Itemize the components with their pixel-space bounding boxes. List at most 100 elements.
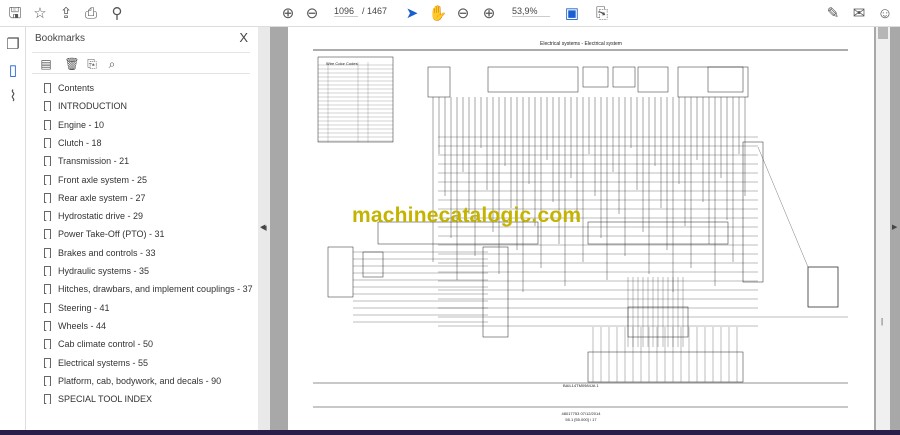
bookmark-label: Engine - 10 — [58, 119, 105, 130]
figure-ref: BAIL14TM0984JA 1 — [563, 383, 599, 388]
bookmark-item[interactable]: SPECIAL TOOL INDEX — [44, 391, 152, 407]
bookmark-icon — [44, 229, 51, 240]
sign-icon[interactable]: ✎ — [823, 4, 843, 24]
bookmark-label: Steering - 41 — [58, 302, 110, 313]
bookmark-item[interactable]: Front axle system - 25 — [44, 172, 147, 188]
page-up-icon[interactable]: ⊕ — [278, 4, 298, 24]
bookmark-label: Hydrostatic drive - 29 — [58, 211, 144, 222]
scroll-mode-icon[interactable]: ⎘ — [592, 4, 612, 24]
scroll-marker: | — [881, 317, 884, 326]
bookmark-icon — [44, 211, 51, 222]
bookmark-icon — [44, 192, 51, 203]
bookmark-label: Power Take-Off (PTO) - 31 — [58, 229, 165, 240]
connector — [707, 66, 744, 93]
bookmark-label: Rear axle system - 27 — [58, 192, 146, 203]
connector — [587, 351, 744, 383]
scrollbar-thumb[interactable] — [878, 27, 888, 39]
upload-icon[interactable]: ⇪ — [56, 4, 76, 24]
bookmark-icon — [44, 357, 51, 368]
mail-icon[interactable]: ✉ — [849, 4, 869, 24]
connector — [742, 141, 764, 283]
bookmark-label: Brakes and controls - 33 — [58, 247, 156, 258]
bookmark-item[interactable]: Engine - 10 — [44, 117, 104, 133]
account-icon[interactable]: ☺ — [875, 4, 895, 24]
bookmark-icon — [44, 101, 51, 112]
save-icon[interactable]: 🖫 — [5, 4, 25, 24]
bookmark-icon — [44, 375, 51, 386]
bookmark-item[interactable]: Hitches, drawbars, and implement couplin… — [44, 281, 253, 297]
attachment-icon[interactable]: ⌇ — [3, 87, 23, 107]
connector — [317, 56, 394, 143]
connector — [582, 66, 609, 88]
wire — [757, 146, 809, 268]
pdf-page: Electrical systems - Electrical system W… — [288, 27, 874, 430]
bookmark-label: SPECIAL TOOL INDEX — [58, 394, 153, 405]
connector — [487, 66, 579, 93]
next-arrow-icon[interactable]: ▶ — [892, 223, 897, 231]
footer-code: 48017753 07/12/2014 — [561, 411, 601, 416]
connector — [637, 66, 669, 93]
connector — [587, 221, 729, 245]
bookmark-icon — [44, 247, 51, 258]
bookmark-icon — [44, 302, 51, 313]
bookmark-icon — [44, 339, 51, 350]
options-icon[interactable]: ▤ — [36, 54, 56, 74]
delete-icon[interactable]: 🗑 — [62, 54, 82, 74]
zoom-select[interactable]: 53,9% — [512, 6, 550, 17]
bookmark-label: Hitches, drawbars, and implement couplin… — [58, 284, 253, 295]
bookmark-item[interactable]: Brakes and controls - 33 — [44, 245, 156, 261]
vertical-scrollbar[interactable] — [876, 27, 890, 430]
panel-title: Bookmarks — [35, 33, 86, 44]
bookmark-icon[interactable]: ▯ — [3, 61, 23, 81]
wiring-diagram — [313, 49, 848, 408]
bookmarks-panel: Bookmarks X ▤ 🗑 ⎘ ⌕ Contents INTRODUCTION… — [26, 27, 258, 430]
wire-table-title: Wire Color Codes — [326, 61, 358, 66]
bookmark-item[interactable]: Wheels - 44 — [44, 318, 106, 334]
bookmark-item[interactable]: Contents — [44, 80, 94, 96]
bookmark-item[interactable]: Cab climate control - 50 — [44, 336, 153, 352]
bookmark-icon — [44, 137, 51, 148]
select-arrow-icon[interactable]: ➤ — [402, 4, 422, 24]
print-icon[interactable]: ⎙ — [81, 4, 101, 24]
bookmark-label: Front axle system - 25 — [58, 174, 148, 185]
star-icon[interactable]: ☆ — [30, 4, 50, 24]
bookmark-icon — [44, 266, 51, 276]
bookmark-item[interactable]: Clutch - 18 — [44, 135, 102, 151]
hand-icon[interactable]: ✋ — [428, 4, 448, 24]
bookmark-label: Wheels - 44 — [58, 320, 107, 331]
fit-page-icon[interactable]: ▣ — [562, 4, 582, 24]
bookmark-label: Platform, cab, bodywork, and decals - 90 — [58, 375, 222, 386]
bookmark-label: Electrical systems - 55 — [58, 357, 149, 368]
connector — [807, 266, 839, 308]
page-number-input[interactable]: 1096 — [334, 6, 358, 17]
bookmark-item[interactable]: Steering - 41 — [44, 300, 110, 316]
bookmark-item[interactable]: Power Take-Off (PTO) - 31 — [44, 226, 165, 242]
connector — [427, 66, 451, 98]
bookmark-label: Transmission - 21 — [58, 156, 130, 167]
find-bookmark-icon[interactable]: ⌕ — [102, 54, 122, 74]
bookmark-icon — [44, 156, 51, 167]
bookmark-icon — [44, 284, 51, 295]
zoom-in-icon[interactable]: ⊕ — [479, 4, 499, 24]
prev-arrow-icon[interactable]: ◀ — [260, 223, 265, 231]
toolbar: 🖫 ☆ ⇪ ⎙ ⚲ ⊕ ⊖ 1096 / 1467 ➤ ✋ ⊖ ⊕ 53,9% … — [0, 0, 900, 27]
bookmark-item[interactable]: Rear axle system - 27 — [44, 190, 146, 206]
bookmark-item[interactable]: Hydrostatic drive - 29 — [44, 208, 143, 224]
bookmark-item[interactable]: INTRODUCTION — [44, 98, 127, 114]
page-down-icon[interactable]: ⊖ — [302, 4, 322, 24]
document-viewport: Electrical systems - Electrical system W… — [260, 27, 900, 430]
close-panel-button[interactable]: X — [239, 30, 248, 45]
zoom-out-icon[interactable]: ⊖ — [453, 4, 473, 24]
connector — [677, 66, 749, 98]
watermark: machinecatalogic.com — [352, 204, 582, 227]
bookmark-item[interactable]: Hydraulic systems - 35 — [44, 263, 149, 279]
bookmark-item[interactable]: Transmission - 21 — [44, 153, 129, 169]
bookmark-item[interactable]: Platform, cab, bodywork, and decals - 90 — [44, 373, 221, 389]
new-bookmark-icon[interactable]: ⎘ — [82, 54, 102, 74]
pages-icon[interactable]: ❐ — [3, 35, 23, 55]
bookmark-item[interactable]: Electrical systems - 55 — [44, 355, 148, 371]
connector — [482, 246, 509, 338]
search-icon[interactable]: ⚲ — [107, 4, 127, 24]
bookmark-label: INTRODUCTION — [58, 101, 127, 112]
bookmark-label: Hydraulic systems - 35 — [58, 266, 150, 276]
